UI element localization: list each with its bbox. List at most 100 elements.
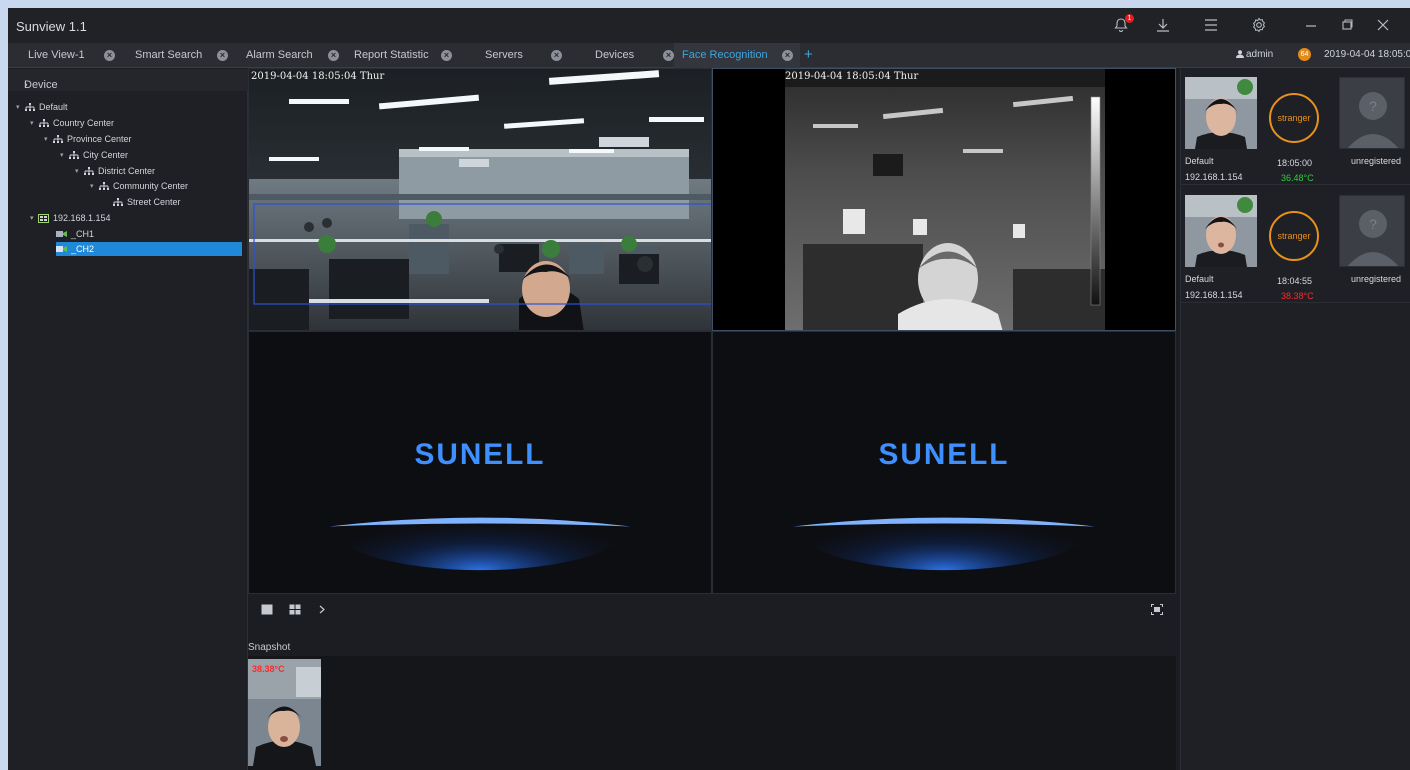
recognition-time: 18:05:00 — [1277, 158, 1313, 168]
tree-label: Community Center — [113, 181, 189, 191]
tab-label: Smart Search — [135, 49, 203, 61]
tab-label: Servers — [485, 49, 523, 61]
captured-face-image — [1185, 195, 1257, 267]
snapshot-temperature: 38.38°C — [252, 664, 285, 674]
camera-icon — [56, 244, 67, 254]
tree-label: Default — [39, 102, 68, 112]
tab-label: Devices — [595, 49, 635, 61]
tree-node-nvr[interactable]: ▾ 192.168.1.154 — [30, 211, 111, 225]
more-layouts-chevron-icon[interactable] — [318, 604, 326, 615]
tree-label: _CH1 — [71, 229, 95, 239]
tab-live-view[interactable]: Live View-1 × — [8, 43, 126, 68]
recognition-group: Default — [1185, 156, 1214, 166]
recognition-temperature: 36.48°C — [1281, 173, 1314, 183]
caret-down-icon[interactable]: ▾ — [16, 103, 24, 111]
unregistered-avatar-icon: ? — [1339, 77, 1405, 149]
caret-down-icon[interactable]: ▾ — [30, 214, 38, 222]
thermal-camera-feed — [713, 69, 1175, 330]
video-osd-timestamp: 2019-04-04 18:05:04 Thur — [785, 71, 919, 82]
org-icon — [24, 102, 35, 112]
tab-report-statistic[interactable]: Report Statistic × — [348, 43, 460, 68]
tree-label: City Center — [83, 150, 129, 160]
recognition-card[interactable]: stranger ? Default 192.168.1.154 18:04:5… — [1181, 191, 1410, 303]
tab-close-icon[interactable]: × — [663, 50, 674, 61]
tab-devices[interactable]: Devices × — [566, 43, 674, 68]
user-icon — [1236, 50, 1244, 58]
settings-icon[interactable] — [1248, 14, 1270, 36]
menu-icon[interactable] — [1200, 14, 1222, 36]
video-pane-3[interactable]: SUNELL — [248, 331, 712, 594]
tab-label: Report Statistic — [354, 49, 429, 61]
tab-close-icon[interactable]: × — [441, 50, 452, 61]
caret-down-icon[interactable]: ▾ — [44, 135, 52, 143]
bell-icon[interactable]: 1 — [1110, 14, 1134, 36]
tree-node-province-center[interactable]: ▾ Province Center — [44, 132, 132, 146]
quad-layout-icon[interactable] — [289, 604, 301, 615]
tree-label: 192.168.1.154 — [53, 213, 111, 223]
clock-badge: 64 — [1298, 48, 1311, 61]
snapshot-thumbnail[interactable]: 38.38°C — [248, 659, 321, 766]
tab-close-icon[interactable]: × — [217, 50, 228, 61]
close-icon[interactable] — [1372, 14, 1394, 36]
device-panel-header[interactable]: › Device — [8, 69, 248, 91]
recognition-result-badge: stranger — [1269, 211, 1319, 261]
recognition-ip: 192.168.1.154 — [1185, 172, 1243, 182]
download-icon[interactable] — [1152, 14, 1174, 36]
add-tab-button[interactable]: + — [804, 46, 813, 63]
user-name[interactable]: admin — [1246, 49, 1273, 60]
org-icon — [112, 197, 123, 207]
snapshot-label: Snapshot — [248, 642, 291, 653]
logo-text: SUNELL — [879, 438, 1010, 471]
app-window: Sunview 1.1 1 Live View-1 × Smart Search… — [8, 8, 1410, 770]
recognition-result: stranger — [1277, 113, 1311, 123]
recognition-status: unregistered — [1351, 156, 1402, 166]
unregistered-avatar-icon: ? — [1339, 195, 1405, 267]
tree-label: _CH2 — [71, 244, 95, 254]
tab-close-icon[interactable]: × — [104, 50, 115, 61]
video-pane-2[interactable]: 2019-04-04 18:05:04 Thur — [712, 68, 1176, 331]
caret-down-icon[interactable]: ▾ — [30, 119, 38, 127]
single-layout-icon[interactable] — [261, 604, 273, 615]
tree-node-street-center[interactable]: Street Center — [112, 195, 181, 209]
tree-node-ch2[interactable]: _CH2 — [56, 242, 242, 256]
tree-node-ch1[interactable]: _CH1 — [56, 227, 242, 241]
svg-text:?: ? — [1369, 98, 1377, 114]
fullscreen-icon[interactable] — [1151, 604, 1163, 615]
tab-label: Face Recognition — [682, 49, 768, 61]
tree-node-country-center[interactable]: ▾ Country Center — [30, 116, 114, 130]
tab-alarm-search[interactable]: Alarm Search × — [238, 43, 348, 68]
tab-close-icon[interactable]: × — [782, 50, 793, 61]
video-pane-4[interactable]: SUNELL — [712, 331, 1176, 594]
tab-face-recognition[interactable]: Face Recognition × — [674, 43, 800, 68]
tab-servers[interactable]: Servers × — [460, 43, 566, 68]
tree-node-default[interactable]: ▾ Default — [16, 100, 68, 114]
recognition-panel: stranger ? Default 192.168.1.154 18:05:0… — [1180, 69, 1410, 770]
tree-node-city-center[interactable]: ▾ City Center — [60, 148, 128, 162]
title-bar: Sunview 1.1 1 — [8, 8, 1410, 43]
tree-node-community-center[interactable]: ▾ Community Center — [90, 179, 188, 193]
caret-down-icon[interactable]: ▾ — [75, 167, 83, 175]
tab-smart-search[interactable]: Smart Search × — [126, 43, 238, 68]
notification-badge: 1 — [1125, 14, 1134, 23]
restore-icon[interactable] — [1336, 14, 1358, 36]
recognition-card[interactable]: stranger ? Default 192.168.1.154 18:05:0… — [1181, 73, 1410, 185]
captured-face-image — [1185, 77, 1257, 149]
video-grid: 2019-04-04 18:05:04 Thur 2019-04-04 18:0… — [248, 68, 1176, 594]
org-icon — [38, 118, 49, 128]
app-title: Sunview 1.1 — [16, 19, 87, 34]
snapshot-strip: 38.38°C — [248, 656, 1176, 770]
camera-icon — [56, 229, 67, 239]
caret-down-icon[interactable]: ▾ — [90, 182, 98, 190]
org-icon — [68, 150, 79, 160]
snapshot-face-image — [248, 659, 321, 766]
caret-down-icon[interactable]: ▾ — [60, 151, 68, 159]
minimize-icon[interactable] — [1300, 14, 1322, 36]
org-icon — [52, 134, 63, 144]
nvr-icon — [38, 213, 49, 223]
office-camera-feed — [249, 69, 711, 330]
tab-close-icon[interactable]: × — [328, 50, 339, 61]
video-pane-1[interactable]: 2019-04-04 18:05:04 Thur — [248, 68, 712, 331]
tab-close-icon[interactable]: × — [551, 50, 562, 61]
system-datetime: 2019-04-04 18:05:03 — [1324, 49, 1410, 60]
tree-node-district-center[interactable]: ▾ District Center — [75, 164, 155, 178]
